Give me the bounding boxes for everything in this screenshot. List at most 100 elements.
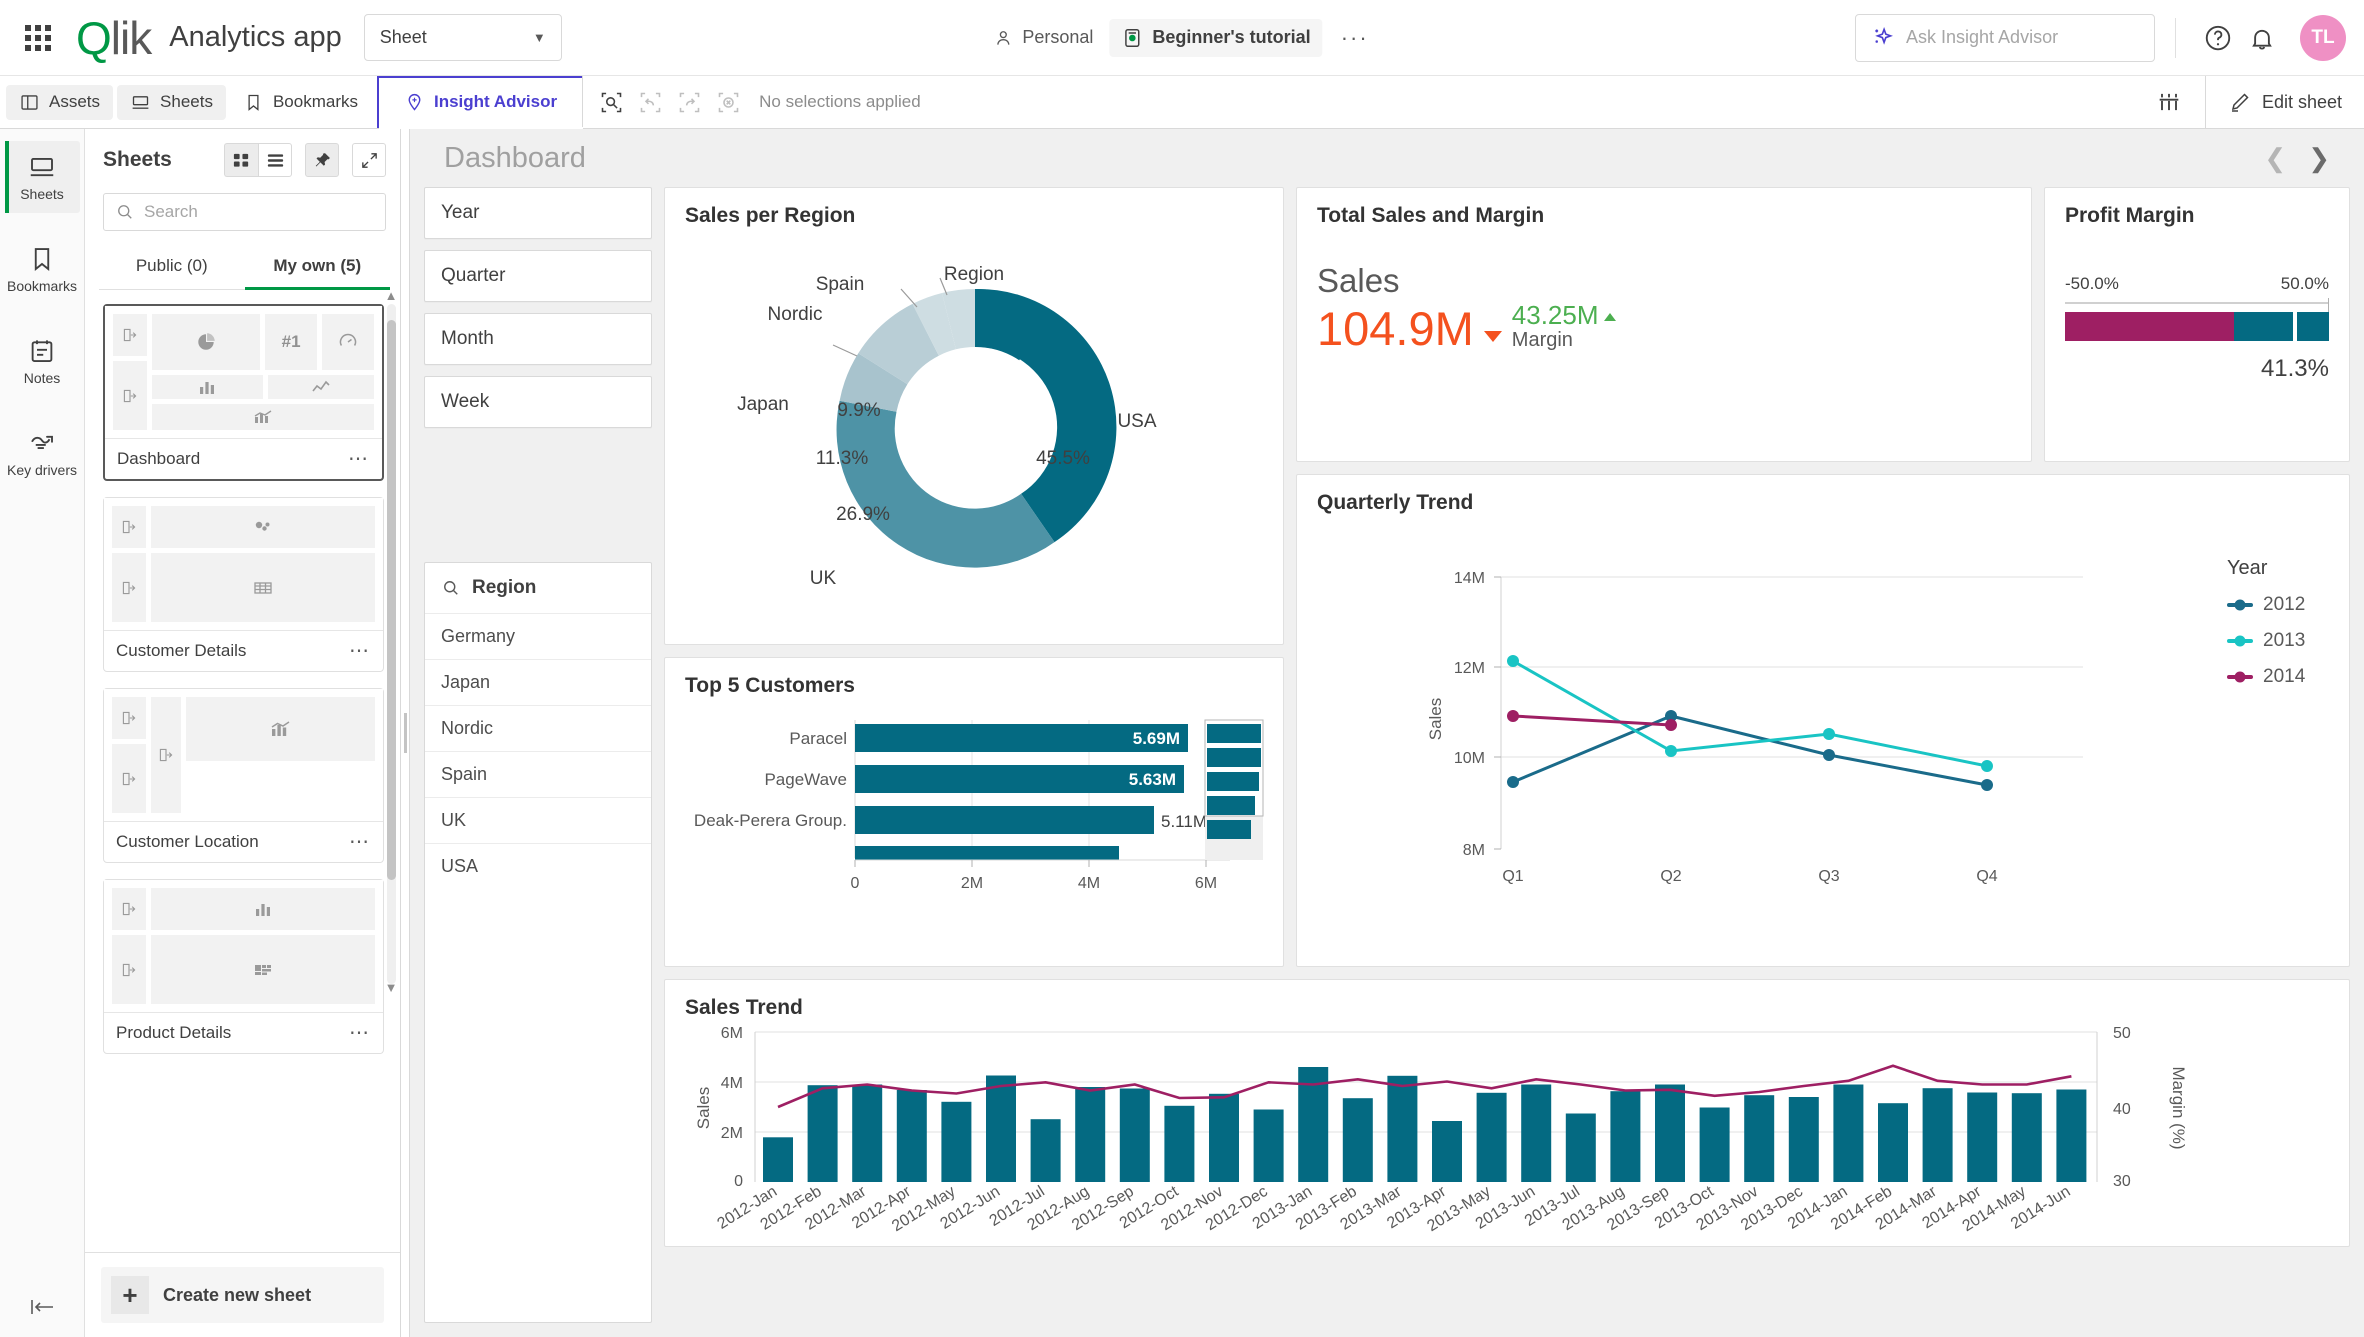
sheet-card-customer-location[interactable]: Customer Location ⋯ (103, 688, 384, 863)
scroll-up-icon[interactable]: ▲ (384, 290, 398, 303)
rail-label-key-drivers: Key drivers (6, 462, 78, 478)
sales-trend-svg: 6M 4M 2M 0 Sales 50 40 30 Margin (%) 201… (694, 1025, 2188, 1235)
sales-per-region-chart[interactable]: Sales per Region Region Spain Nordic Jap… (664, 187, 1284, 645)
region-item-japan[interactable]: Japan (425, 659, 651, 705)
donut-label-japan: Japan (737, 394, 789, 415)
filter-spacer (424, 439, 652, 551)
app-title: Analytics app (169, 21, 342, 53)
rail-item-key-drivers[interactable]: Key drivers (5, 417, 80, 489)
rail-item-sheets[interactable]: Sheets (4, 141, 80, 213)
panel-resize-handle[interactable] (401, 129, 410, 1337)
region-listbox: Region Germany Japan Nordic Spain UK USA (424, 562, 652, 1323)
sheet-menu-icon[interactable]: ⋯ (349, 1023, 371, 1043)
bar-fourth[interactable] (855, 846, 1119, 860)
insight-advisor-search[interactable]: Ask Insight Advisor (1855, 13, 2155, 62)
expand-panel-icon[interactable] (352, 143, 386, 177)
sheet-card-customer-details[interactable]: Customer Details ⋯ (103, 497, 384, 672)
scroll-down-icon[interactable]: ▼ (384, 980, 398, 995)
tab-my-own[interactable]: My own (5) (244, 245, 390, 290)
notifications-bell-icon[interactable] (2240, 16, 2284, 60)
sheet-menu-icon[interactable]: ⋯ (348, 449, 370, 469)
top-5-customers-chart[interactable]: Top 5 Customers Paracel PageWave Deak-Pe… (664, 657, 1284, 967)
thumb-filter-tile (151, 697, 181, 813)
region-item-uk[interactable]: UK (425, 797, 651, 843)
create-new-sheet-button[interactable]: + Create new sheet (101, 1267, 384, 1323)
clear-selections-icon[interactable] (710, 84, 746, 120)
profit-margin-gauge[interactable]: Profit Margin -50.0% 50.0% 41.3% (2044, 187, 2350, 462)
thumb-line-tile (267, 375, 374, 399)
qt-legend-2012[interactable]: 2012 (2227, 594, 2329, 616)
kpi-secondary-value-wrap: 43.25M (1512, 300, 1616, 330)
toolbar-sheets-button[interactable]: Sheets (117, 84, 226, 120)
filter-week[interactable]: Week (424, 376, 652, 428)
st-xticks: 2012-Jan 2012-Feb 2012-Mar 2012-Apr 2012… (715, 1183, 2074, 1235)
qlik-logo[interactable]: Qlik (76, 11, 152, 65)
next-sheet-icon[interactable]: ❯ (2308, 143, 2330, 174)
avatar[interactable]: TL (2300, 14, 2346, 61)
tab-public[interactable]: Public (0) (99, 245, 245, 290)
app-name-chip[interactable]: Beginner's tutorial (1109, 18, 1323, 57)
donut-label-nordic: Nordic (768, 304, 823, 325)
qt-line-2013[interactable] (1512, 659, 1988, 768)
qt-legend-2014[interactable]: 2014 (2227, 666, 2329, 688)
grid-view-icon[interactable] (224, 143, 258, 177)
collapse-panel-icon[interactable] (27, 1295, 57, 1319)
sheets-search-input[interactable]: Search (103, 193, 386, 231)
sheet-card-footer: Customer Details ⋯ (104, 630, 383, 671)
toolbar-assets-button[interactable]: Assets (6, 84, 114, 120)
sheet-menu-icon[interactable]: ⋯ (349, 832, 371, 852)
rail-label-bookmarks: Bookmarks (6, 278, 78, 294)
edit-sheet-button[interactable]: Edit sheet (2204, 76, 2364, 128)
filter-quarter[interactable]: Quarter (424, 250, 652, 302)
sheet-list-scrollbar[interactable] (387, 304, 396, 984)
quarterly-trend-chart[interactable]: Quarterly Trend 14M 12M 10M 8M Sales Q1 … (1296, 474, 2350, 967)
sheet-menu-icon[interactable]: ⋯ (349, 641, 371, 661)
region-item-spain[interactable]: Spain (425, 751, 651, 797)
help-icon[interactable] (2196, 16, 2240, 60)
previous-sheet-icon[interactable]: ❮ (2264, 143, 2286, 174)
st-margin-line[interactable] (777, 1064, 2072, 1109)
total-sales-and-margin-kpi[interactable]: Total Sales and Margin Sales 104.9M 43.2… (1296, 187, 2032, 462)
sheet-card-dashboard[interactable]: #1 Dashboard ⋯ (103, 304, 384, 481)
toolbar-bookmarks-button[interactable]: Bookmarks (230, 85, 371, 120)
list-view-icon[interactable] (258, 143, 292, 177)
chart-layout-icon[interactable] (2151, 84, 2187, 120)
filter-month[interactable]: Month (424, 313, 652, 365)
top5-xtick-4m: 4M (1078, 875, 1100, 892)
bar-deak-perera[interactable] (855, 806, 1154, 834)
region-item-nordic[interactable]: Nordic (425, 705, 651, 751)
sales-trend-chart[interactable]: Sales Trend 6M 4M 2M 0 Sales 50 40 30 Ma… (664, 979, 2350, 1247)
rail-item-bookmarks[interactable]: Bookmarks (5, 233, 80, 305)
qt-legend-2013[interactable]: 2013 (2227, 630, 2329, 652)
toolbar-insight-advisor-tab[interactable]: Insight Advisor (377, 76, 584, 129)
pin-panel-icon[interactable] (305, 143, 339, 177)
thumb-gauge-tile (322, 314, 374, 370)
profit-margin-value: 41.3% (2260, 355, 2329, 382)
space-personal[interactable]: Personal (981, 19, 1105, 56)
slice-uk[interactable] (836, 400, 1055, 568)
app-launcher-icon[interactable] (18, 18, 58, 58)
kpi-secondary-label: Margin (1511, 329, 1573, 352)
selection-undo-icon[interactable] (632, 84, 668, 120)
sheet-mode-select[interactable]: Sheet ▼ (363, 14, 562, 61)
selection-search-icon[interactable] (593, 84, 629, 120)
kpi-row: Total Sales and Margin Sales 104.9M 43.2… (1296, 187, 2350, 462)
qt-xtick-q4: Q4 (1976, 868, 1997, 885)
sheets-panel-footer: + Create new sheet (85, 1252, 400, 1337)
donut-legend-title: Region (943, 264, 1005, 285)
region-item-germany[interactable]: Germany (425, 613, 651, 659)
donut-pct-uk: 26.9% (836, 504, 890, 525)
region-listbox-header[interactable]: Region (425, 563, 651, 613)
filter-year[interactable]: Year (424, 187, 652, 239)
sheet-list-scroll-thumb[interactable] (387, 320, 396, 880)
top5-val-pagewave: 5.63M (1129, 770, 1176, 789)
sheet-card-product-details[interactable]: Product Details ⋯ (103, 879, 384, 1054)
region-item-usa[interactable]: USA (425, 843, 651, 889)
rail-item-notes[interactable]: Notes (5, 325, 80, 397)
profit-margin-track (2065, 298, 2329, 316)
sheet-title-row: Dashboard ❮ ❯ (410, 129, 2364, 187)
thumb-filter-tile (112, 553, 146, 622)
qt-line-2014[interactable] (1512, 714, 1672, 727)
header-more-icon[interactable]: ··· (1327, 25, 1383, 51)
selection-redo-icon[interactable] (671, 84, 707, 120)
